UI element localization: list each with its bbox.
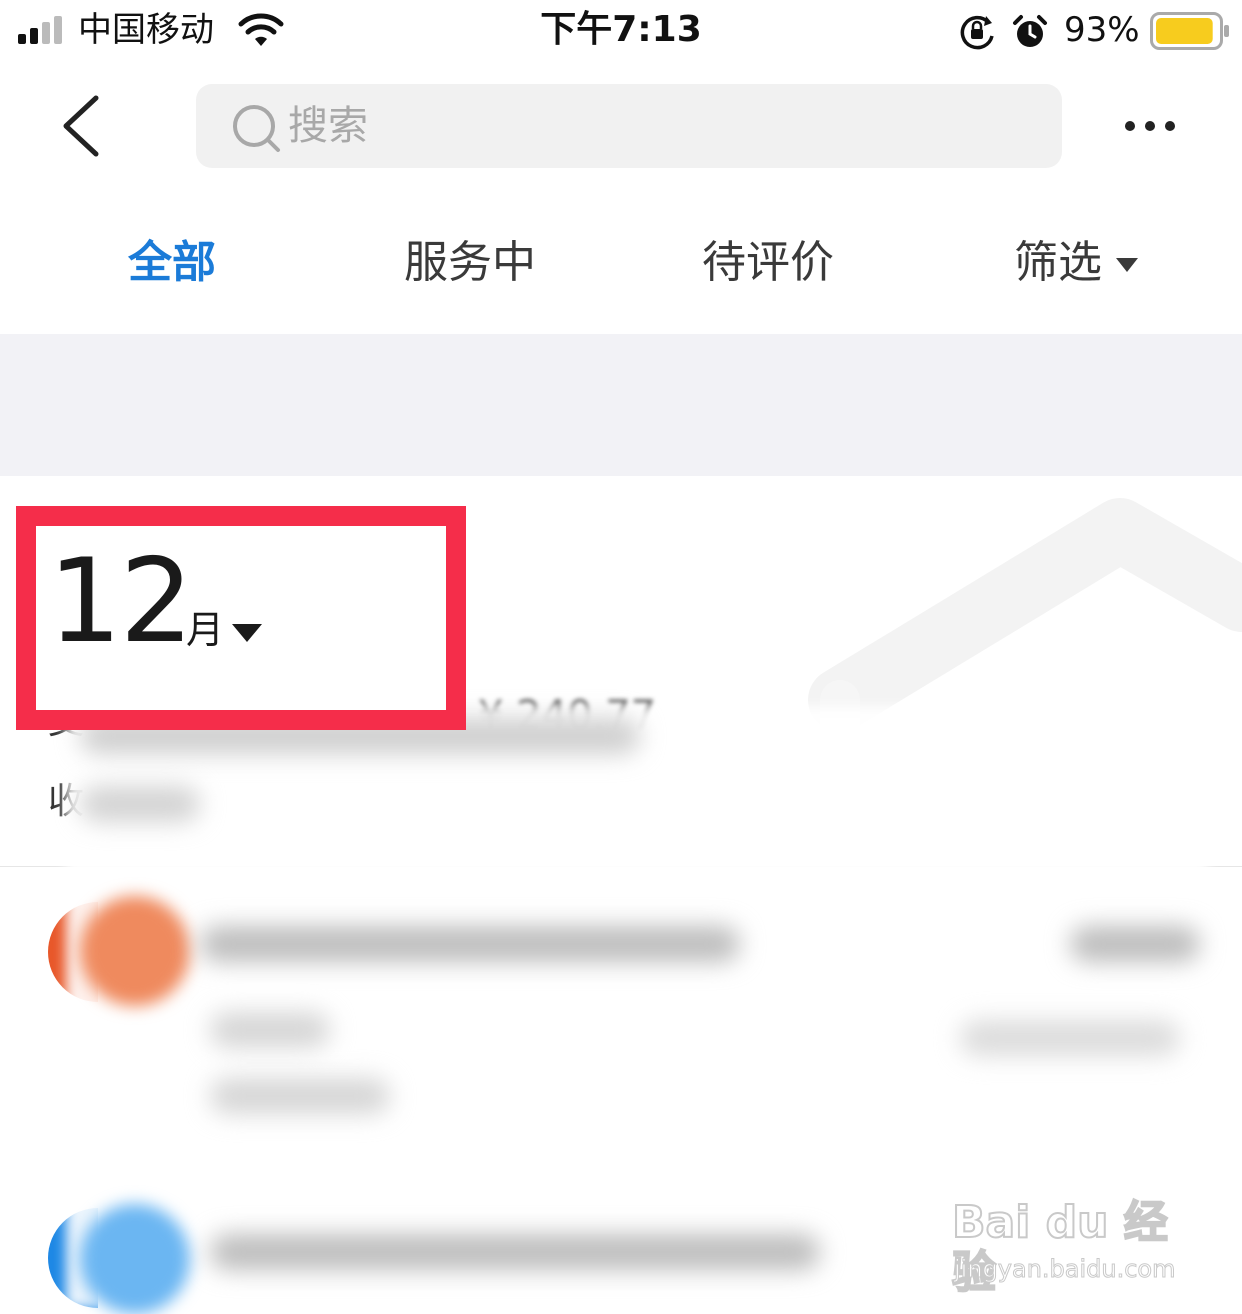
watermark-url: jingyan.baidu.com — [953, 1255, 1176, 1284]
back-button[interactable] — [56, 92, 108, 160]
battery-icon — [1150, 12, 1229, 50]
status-time: 下午7:13 — [540, 9, 702, 50]
alarm-icon — [1013, 15, 1047, 47]
section-divider-band — [0, 334, 1242, 476]
search-placeholder: 搜索 — [288, 103, 368, 149]
tab-all[interactable]: 全部 — [128, 236, 216, 290]
search-input[interactable]: 搜索 — [196, 84, 1062, 168]
tab-in-service[interactable]: 服务中 — [404, 236, 536, 290]
obscured-text-line — [200, 926, 740, 962]
month-number[interactable]: 12 — [48, 544, 194, 660]
rotation-lock-icon — [960, 15, 994, 50]
tab-pending-review[interactable]: 待评价 — [702, 236, 834, 290]
obscured-text-line — [80, 786, 200, 822]
status-bar: 中国移动 下午7:13 93% — [0, 0, 1242, 64]
search-icon — [233, 105, 280, 152]
month-unit[interactable]: 月 — [186, 608, 224, 652]
more-options-button[interactable] — [1110, 104, 1190, 148]
obscured-text-line — [210, 1078, 390, 1114]
caret-down-icon — [1116, 258, 1138, 272]
obscured-text-line — [960, 1020, 1180, 1056]
battery-percent: 93% — [1064, 10, 1140, 50]
avatar — [80, 896, 190, 1006]
obscured-text-line — [210, 1234, 820, 1270]
obscured-text-line — [1070, 926, 1200, 962]
caret-down-icon[interactable] — [232, 624, 262, 642]
tab-bar: 全部 服务中 待评价 筛选 — [0, 222, 1242, 312]
obscured-text-line — [210, 1012, 330, 1048]
tab-filter[interactable]: 筛选 — [1014, 236, 1102, 290]
baidu-jingyan-watermark: Bai du 经验 jingyan.baidu.com — [951, 1176, 1192, 1299]
avatar — [80, 1204, 190, 1314]
